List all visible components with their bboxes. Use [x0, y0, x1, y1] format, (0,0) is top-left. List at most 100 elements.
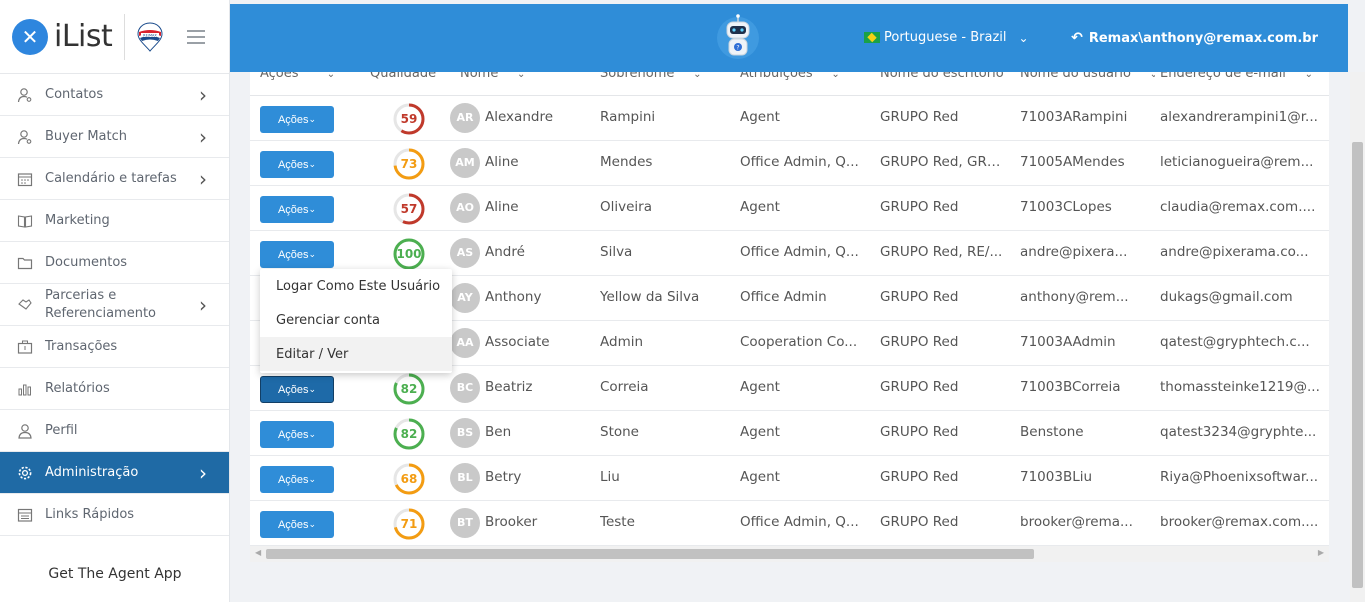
actions-button[interactable]: Ações ⌄: [260, 196, 334, 223]
user-search-icon: [16, 86, 34, 104]
logo-divider: [124, 13, 126, 60]
horizontal-scroll-thumb[interactable]: [266, 549, 1034, 559]
sidebar-item-label: Links Rápidos: [45, 507, 135, 522]
actions-button[interactable]: Ações ⌄: [260, 241, 334, 268]
column-header-label: Ações: [260, 72, 299, 81]
cell-username: anthony@rem...: [1020, 289, 1129, 305]
cell-roles: Office Admin, Q...: [740, 154, 859, 170]
vertical-scrollbar[interactable]: [1350, 72, 1365, 602]
avatar: AA: [450, 328, 480, 358]
actions-button[interactable]: Ações ⌄: [260, 151, 334, 178]
actions-button[interactable]: Ações ⌄: [260, 511, 334, 538]
cell-roles: Cooperation Co...: [740, 334, 858, 350]
avatar: AO: [450, 193, 480, 223]
cell-email: leticianogueira@rem...: [1160, 154, 1314, 170]
sidebar-item-links-rapidos[interactable]: Links Rápidos: [0, 494, 229, 536]
cell-last: Admin: [600, 334, 644, 350]
top-header: ? Portuguese - Brazil ⌄ ↶ Remax\anthony@…: [230, 4, 1348, 72]
column-header[interactable]: Endereço de e-mail ⌄: [1160, 72, 1320, 81]
chevron-down-icon: ⌄: [308, 114, 317, 124]
actions-button[interactable]: Ações ⌄: [260, 106, 334, 133]
edit-view-item[interactable]: Editar / Ver: [260, 337, 452, 371]
sidebar-item-parcerias-e-referenciamento[interactable]: Parcerias e Referenciamento ›: [0, 284, 229, 326]
cell-first: André: [485, 244, 525, 260]
sort-chevron-icon: ⌄: [818, 72, 840, 80]
sidebar-item-transacoes[interactable]: Transações: [0, 326, 229, 368]
cell-office: GRUPO Red, RE/...: [880, 244, 1003, 260]
avatar: BC: [450, 373, 480, 403]
manage-account-item[interactable]: Gerenciar conta: [260, 303, 452, 337]
chevron-down-icon: ⌄: [308, 519, 317, 529]
actions-button-label: Ações: [277, 518, 309, 531]
actions-button[interactable]: Ações ⌄: [260, 376, 334, 403]
cell-office: GRUPO Red: [880, 109, 959, 125]
sidebar-item-calendario-e-tarefas[interactable]: Calendário e tarefas ›: [0, 158, 229, 200]
cell-office: GRUPO Red: [880, 334, 959, 350]
user-account[interactable]: ↶ Remax\anthony@remax.com.br: [1071, 30, 1318, 46]
chevron-down-icon: ⌄: [308, 204, 317, 214]
table-row: Ações ⌄ 73 AM Aline Mendes Office Admin, Q...…: [250, 141, 1329, 186]
sort-chevron-icon: ⌄: [304, 72, 336, 80]
chevron-right-icon: ›: [199, 460, 207, 485]
column-header-label: Nome do escritório: [880, 72, 1004, 81]
avatar: BS: [450, 418, 480, 448]
cell-first: Ben: [485, 424, 512, 440]
column-header[interactable]: Atribuições ⌄: [740, 72, 870, 81]
svg-text:RE/MAX: RE/MAX: [143, 33, 157, 37]
cell-office: GRUPO Red: [880, 469, 959, 485]
actions-button[interactable]: Ações ⌄: [260, 466, 334, 493]
sidebar-item-marketing[interactable]: Marketing: [0, 200, 229, 242]
cell-office: GRUPO Red: [880, 289, 959, 305]
cell-username: 71003BLiu: [1020, 469, 1093, 485]
robot-assistant-icon[interactable]: ?: [716, 12, 760, 64]
hamburger-menu-icon[interactable]: [187, 30, 205, 48]
column-header-label: Endereço de e-mail: [1160, 72, 1286, 81]
column-header[interactable]: Nome ⌄: [460, 72, 590, 81]
sidebar-item-buyer-match[interactable]: Buyer Match ›: [0, 116, 229, 158]
cell-first: Associate: [485, 334, 550, 350]
column-header[interactable]: Qualidade: [370, 72, 450, 81]
horizontal-scrollbar[interactable]: ◀ ▶: [250, 546, 1329, 562]
quality-score: 59: [400, 112, 418, 126]
sidebar-item-relatorios[interactable]: Relatórios: [0, 368, 229, 410]
cell-roles: Office Admin, Q...: [740, 244, 859, 260]
scroll-left-icon[interactable]: ◀: [255, 548, 261, 557]
login-as-user-item[interactable]: Logar Como Este Usuário: [260, 269, 452, 303]
vertical-scroll-thumb[interactable]: [1352, 142, 1363, 588]
chevron-down-icon: ⌄: [308, 384, 317, 394]
user-search-icon: [16, 128, 34, 146]
avatar: AS: [450, 238, 480, 268]
column-header[interactable]: Ações ⌄: [260, 72, 360, 81]
quality-gauge: 73: [392, 147, 426, 181]
language-selector[interactable]: Portuguese - Brazil ⌄: [864, 30, 1029, 45]
svg-text:?: ?: [736, 45, 739, 52]
cell-roles: Agent: [740, 109, 780, 125]
cell-roles: Office Admin, Q...: [740, 514, 859, 530]
sidebar-item-administracao[interactable]: Administração ›: [0, 452, 229, 494]
column-header[interactable]: Nome do usuário ⌄: [1020, 72, 1155, 81]
sidebar-item-label: Documentos: [45, 255, 128, 270]
cell-email: brooker@remax.com....: [1160, 514, 1319, 530]
cell-office: GRUPO Red: [880, 379, 959, 395]
get-agent-app-link[interactable]: Get The Agent App: [0, 566, 230, 582]
column-header-label: Atribuições: [740, 72, 813, 81]
column-header[interactable]: Sobrenome ⌄: [600, 72, 730, 81]
sidebar-item-perfil[interactable]: Perfil: [0, 410, 229, 452]
logo-area: ✕ iList RE/MAX: [0, 0, 229, 74]
table-row: Ações ⌄ 57 AO Aline Oliveira Agent GRUPO Red 71…: [250, 186, 1329, 231]
cell-last: Stone: [600, 424, 639, 440]
avatar: AM: [450, 148, 480, 178]
cell-first: Anthony: [485, 289, 542, 305]
column-header[interactable]: Nome do escritório: [880, 72, 1015, 81]
sidebar-item-contatos[interactable]: Contatos ›: [0, 74, 229, 116]
quality-score: 73: [400, 157, 418, 171]
actions-button[interactable]: Ações ⌄: [260, 421, 334, 448]
cell-last: Mendes: [600, 154, 653, 170]
cell-username: 71003ARampini: [1020, 109, 1128, 125]
scroll-right-icon[interactable]: ▶: [1318, 548, 1324, 557]
sidebar-item-documentos[interactable]: Documentos: [0, 242, 229, 284]
chevron-down-icon: ⌄: [1018, 30, 1029, 45]
chevron-down-icon: ⌄: [308, 249, 317, 259]
quality-gauge: 82: [392, 417, 426, 451]
cell-username: 71005AMendes: [1020, 154, 1125, 170]
